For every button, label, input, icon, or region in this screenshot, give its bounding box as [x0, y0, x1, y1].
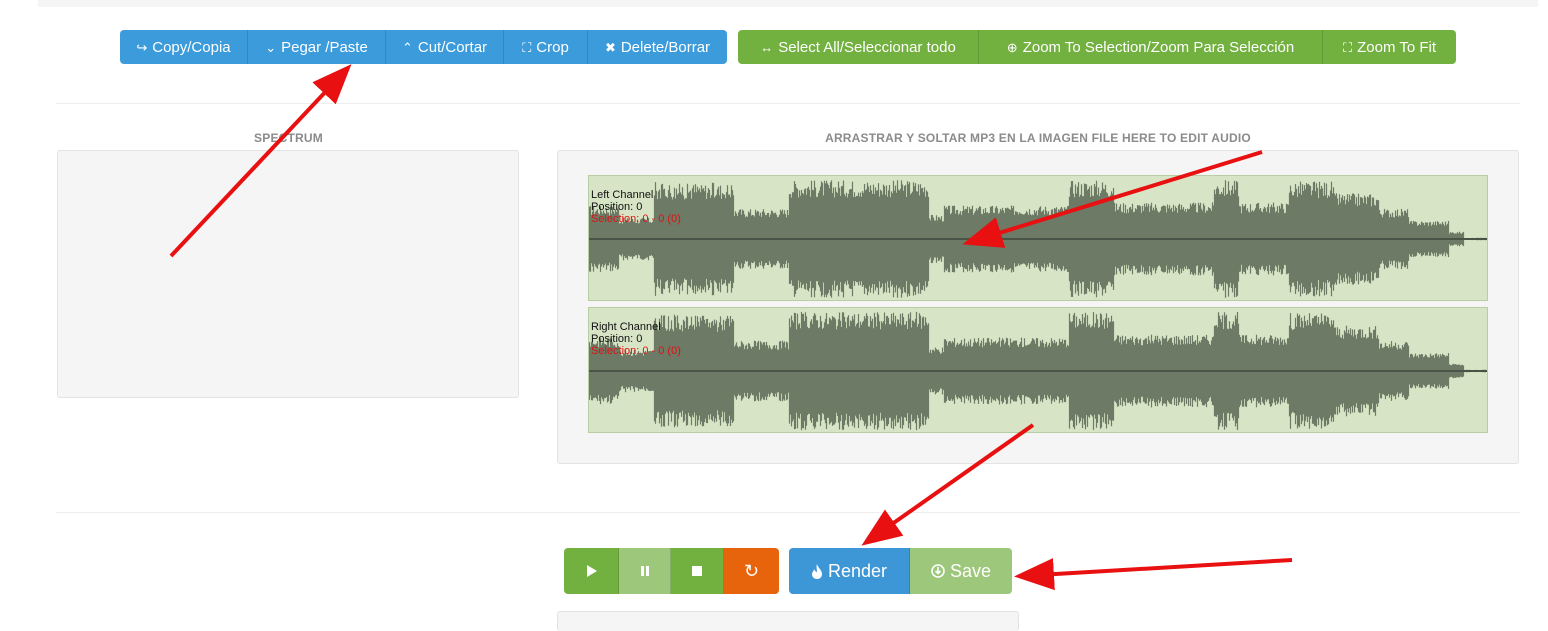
close-icon: ✖ [604, 39, 616, 55]
right-channel-selection: Selection: 0 - 0 (0) [591, 345, 681, 357]
right-channel-position: Position: 0 [591, 333, 643, 345]
share-icon: ↪ [136, 39, 148, 55]
copy-label: Copy/Copia [152, 38, 231, 56]
zoom-selection-label: Zoom To Selection/Zoom Para Selección [1022, 38, 1295, 56]
spectrum-title: SPECTRUM [254, 131, 323, 145]
play-button[interactable] [564, 548, 619, 594]
right-channel-name: Right Channel [591, 321, 661, 333]
download-icon [931, 564, 945, 578]
left-channel-waveform[interactable]: Left Channel Position: 0 Selection: 0 - … [588, 175, 1488, 301]
arrow-to-save [1014, 558, 1293, 591]
delete-label: Delete/Borrar [620, 38, 711, 56]
zoom-fit-button[interactable]: ⛶ Zoom To Fit [1323, 30, 1456, 64]
render-label: Render [827, 560, 888, 581]
fire-icon [811, 563, 822, 579]
arrows-horizontal-icon: ↔ [760, 39, 774, 55]
left-channel-name: Left Channel [591, 189, 654, 201]
render-button[interactable]: Render [789, 548, 910, 594]
pause-button[interactable] [619, 548, 671, 594]
editor-title: ARRASTRAR Y SOLTAR MP3 EN LA IMAGEN FILE… [825, 131, 1251, 145]
delete-button[interactable]: ✖ Delete/Borrar [588, 30, 727, 64]
plus-circle-icon: ⊕ [1006, 39, 1018, 55]
view-toolbar: ↔ Select All/Seleccionar todo ⊕ Zoom To … [738, 30, 1456, 64]
paste-label: Pegar /Paste [281, 38, 368, 56]
select-all-label: Select All/Seleccionar todo [778, 38, 956, 56]
crop-icon: ⛶ [522, 39, 532, 55]
copy-button[interactable]: ↪ Copy/Copia [120, 30, 248, 64]
chevron-down-icon: ⌄ [265, 39, 277, 55]
play-icon [587, 565, 597, 577]
cut-label: Cut/Cortar [417, 38, 488, 56]
divider-bottom [56, 512, 1520, 513]
crop-button[interactable]: ⛶ Crop [504, 30, 588, 64]
zoom-fit-label: Zoom To Fit [1357, 38, 1437, 56]
chevron-up-icon: ⌃ [401, 39, 413, 55]
edit-toolbar: ↪ Copy/Copia ⌄ Pegar /Paste ⌃ Cut/Cortar… [120, 30, 727, 64]
reload-button[interactable]: ↻ [724, 548, 779, 594]
stop-icon [692, 566, 702, 576]
divider-top [56, 103, 1520, 104]
render-save-group: Render Save [789, 548, 1012, 594]
reload-icon: ↻ [743, 560, 760, 581]
select-all-button[interactable]: ↔ Select All/Seleccionar todo [738, 30, 979, 64]
save-button[interactable]: Save [910, 548, 1012, 594]
left-channel-position: Position: 0 [591, 201, 643, 213]
paste-button[interactable]: ⌄ Pegar /Paste [248, 30, 386, 64]
playback-controls: ↻ [564, 548, 779, 594]
stop-button[interactable] [671, 548, 724, 594]
top-strip [38, 0, 1538, 7]
zoom-selection-button[interactable]: ⊕ Zoom To Selection/Zoom Para Selección [979, 30, 1323, 64]
left-waveform-graphic [589, 180, 1487, 298]
right-channel-waveform[interactable]: Right Channel Position: 0 Selection: 0 -… [588, 307, 1488, 433]
crop-label: Crop [536, 38, 569, 56]
save-label: Save [949, 560, 992, 581]
right-waveform-graphic [589, 311, 1487, 431]
spectrum-panel [57, 150, 519, 398]
cut-button[interactable]: ⌃ Cut/Cortar [386, 30, 504, 64]
fullscreen-icon: ⛶ [1342, 39, 1353, 55]
left-channel-selection: Selection: 0 - 0 (0) [591, 213, 681, 225]
pause-icon [640, 566, 649, 576]
bottom-panel [557, 611, 1019, 631]
